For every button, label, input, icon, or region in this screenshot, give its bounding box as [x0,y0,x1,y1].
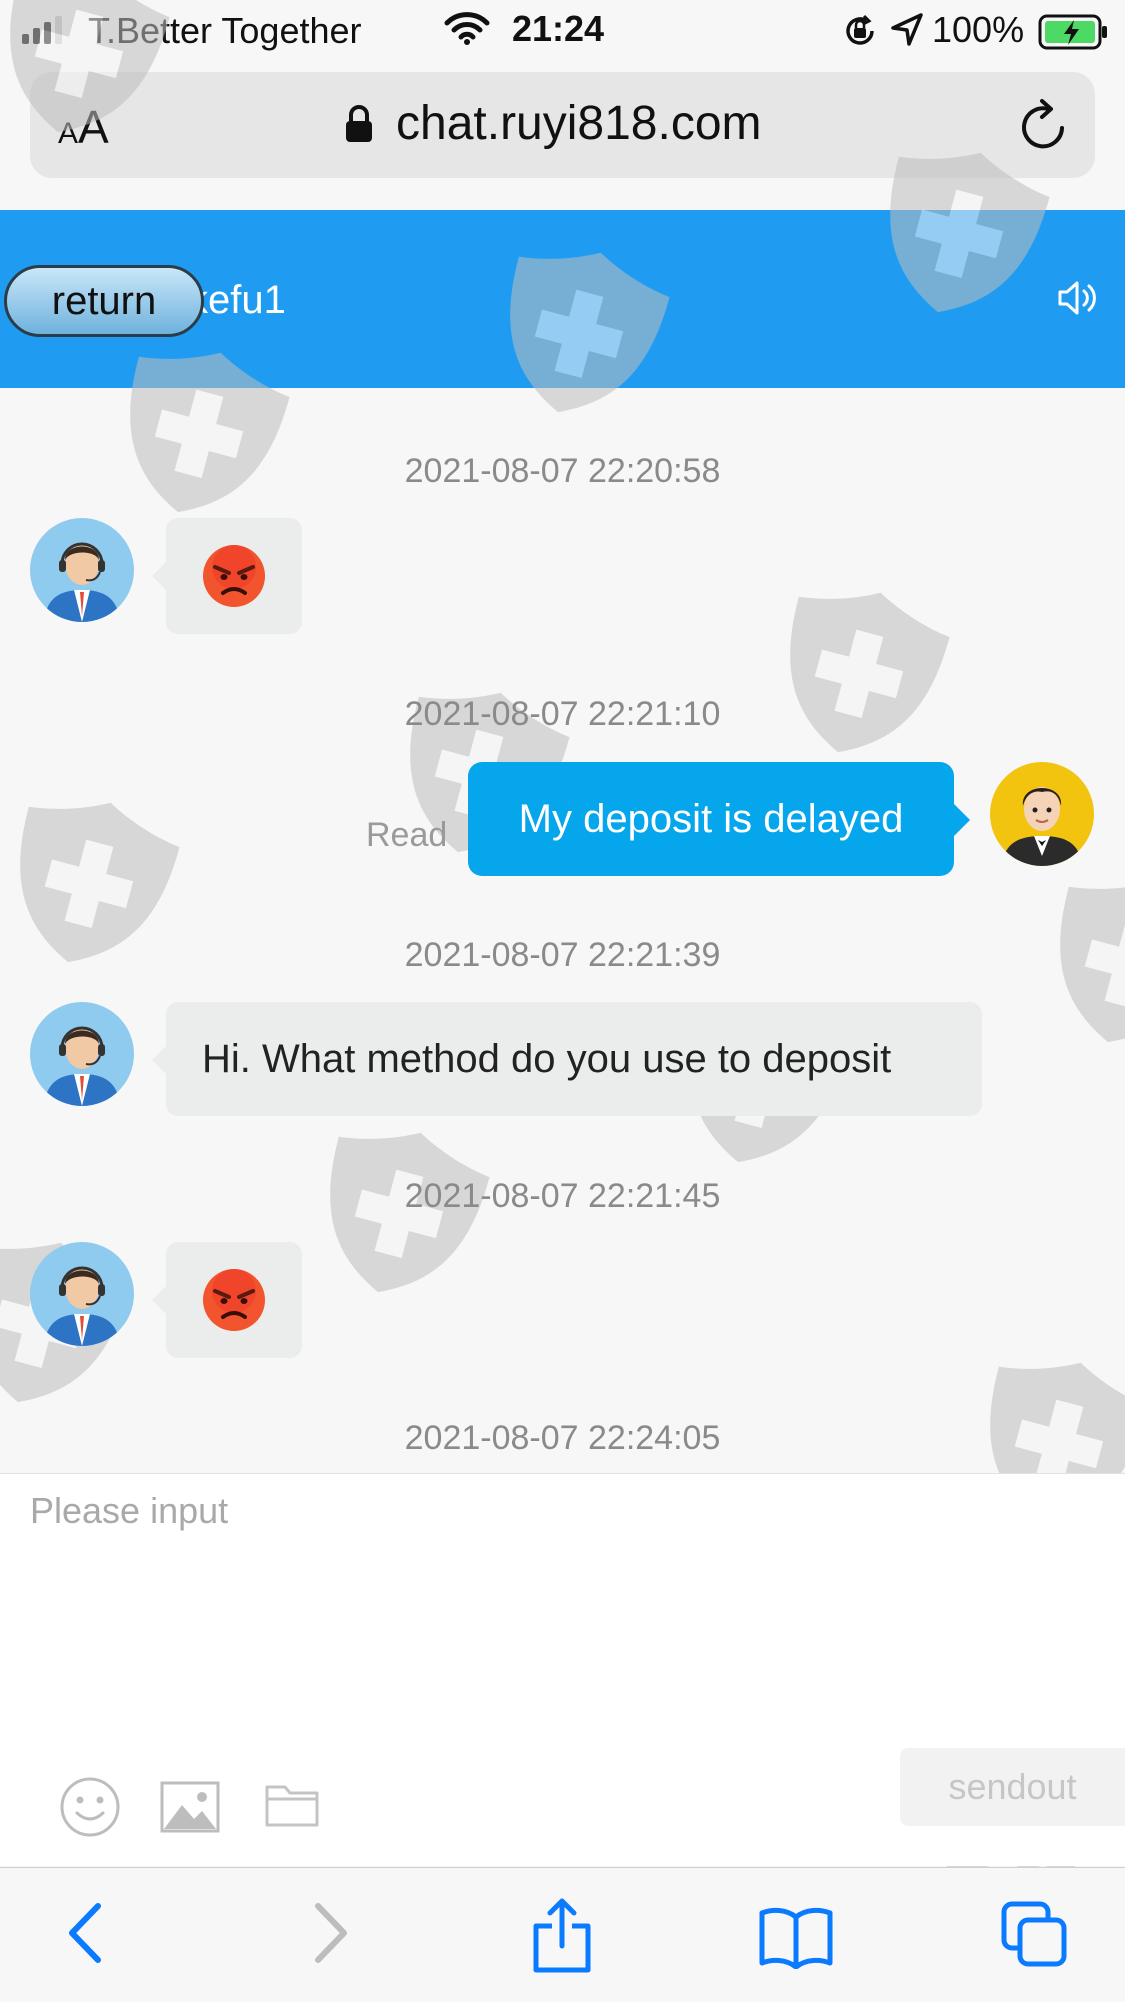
message-timestamp: 2021-08-07 22:20:58 [404,452,721,490]
read-status: Read [366,816,448,854]
folder-icon[interactable] [262,1775,322,1840]
bookmarks-icon[interactable] [758,1905,834,1974]
message-text: Hi. What method do you use to deposit [202,1036,892,1081]
message-text: My deposit is delayed [518,796,904,841]
angry-face-emoji [203,1269,265,1331]
message-bubble[interactable] [152,1242,302,1358]
message-bubble[interactable]: My deposit is delayed [468,762,970,876]
message-timestamp: 2021-08-07 22:21:45 [404,1177,721,1215]
user-avatar[interactable] [990,762,1094,866]
message-timestamp: 2021-08-07 22:21:10 [404,695,721,733]
back-icon[interactable] [62,1898,112,1973]
agent-avatar[interactable] [30,1242,134,1346]
message-bubble[interactable] [152,518,302,634]
forward-icon[interactable] [304,1898,354,1973]
share-icon[interactable] [530,1898,594,1979]
agent-avatar[interactable] [30,1002,134,1106]
agent-avatar[interactable] [30,518,134,622]
angry-face-emoji [203,545,265,607]
send-button[interactable]: sendout [900,1748,1125,1826]
message-timestamp: 2021-08-07 22:24:05 [404,1419,721,1457]
tabs-icon[interactable] [1000,1900,1070,1975]
image-icon[interactable] [158,1775,222,1844]
message-input[interactable] [30,1490,1090,1690]
smiley-icon[interactable] [58,1775,122,1844]
message-bubble[interactable]: Hi. What method do you use to deposit [152,1002,982,1116]
message-timestamp: 2021-08-07 22:21:39 [404,936,721,974]
